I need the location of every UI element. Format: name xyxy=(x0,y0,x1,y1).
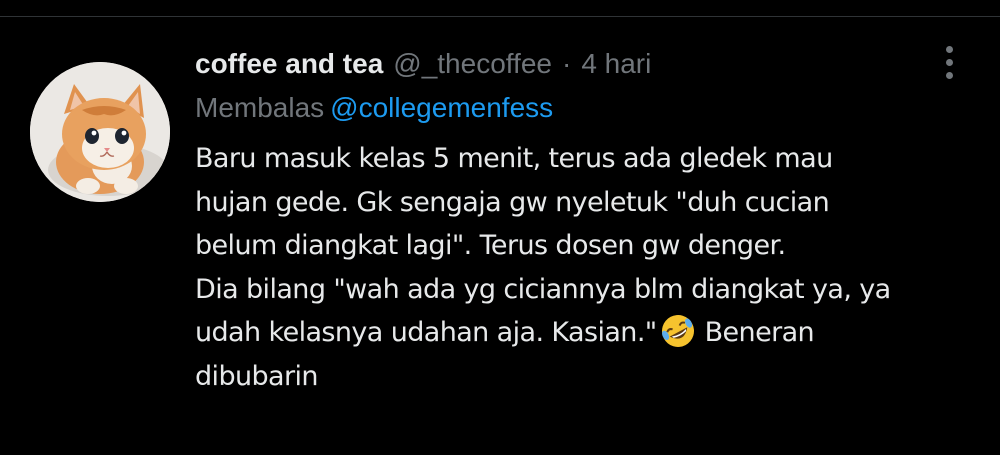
tweet-text-line: hujan gede. Gk sengaja gw nyeletuk "duh … xyxy=(195,186,830,218)
tweet-header: coffee and tea @_thecoffee · 4 hari xyxy=(195,42,975,86)
more-options-icon[interactable] xyxy=(934,42,964,82)
tweet-text-line-with-emoji: udah kelasnya udahan aja. Kasian." Benera… xyxy=(195,311,975,355)
more-dot xyxy=(945,71,953,79)
more-dot xyxy=(945,58,953,66)
reply-context: Membalas @collegemenfess xyxy=(195,86,975,130)
more-dot xyxy=(945,45,953,53)
tweet-text-line: belum diangkat lagi". Terus dosen gw den… xyxy=(195,230,786,261)
tweet-text-line: Dia bilang "wah ada yg ciciannya blm dia… xyxy=(195,273,891,305)
tweet-text-line: dibubarin xyxy=(195,360,318,392)
tweet-text-segment: Beneran xyxy=(704,317,815,348)
reply-to-link[interactable]: @collegemenfess xyxy=(330,92,553,123)
rolling-on-floor-laughing-emoji xyxy=(659,312,697,350)
avatar[interactable] xyxy=(30,62,170,202)
display-name[interactable]: coffee and tea xyxy=(195,42,383,86)
tweet-content: coffee and tea @_thecoffee · 4 hari Memb… xyxy=(195,42,975,398)
tweet-text-line: Baru masuk kelas 5 menit, terus ada gled… xyxy=(195,143,833,174)
kitten-avatar-image xyxy=(30,62,170,202)
tweet[interactable]: coffee and tea @_thecoffee · 4 hari Memb… xyxy=(0,17,1000,455)
tweet-text-segment: udah kelasnya udahan aja. Kasian." xyxy=(195,317,657,348)
tweet-text: Baru masuk kelas 5 menit, terus ada gled… xyxy=(195,137,975,398)
reply-prefix: Membalas xyxy=(195,92,325,123)
separator-dot: · xyxy=(561,48,572,79)
user-handle[interactable]: @_thecoffee xyxy=(393,42,552,86)
timestamp[interactable]: 4 hari xyxy=(581,42,651,86)
